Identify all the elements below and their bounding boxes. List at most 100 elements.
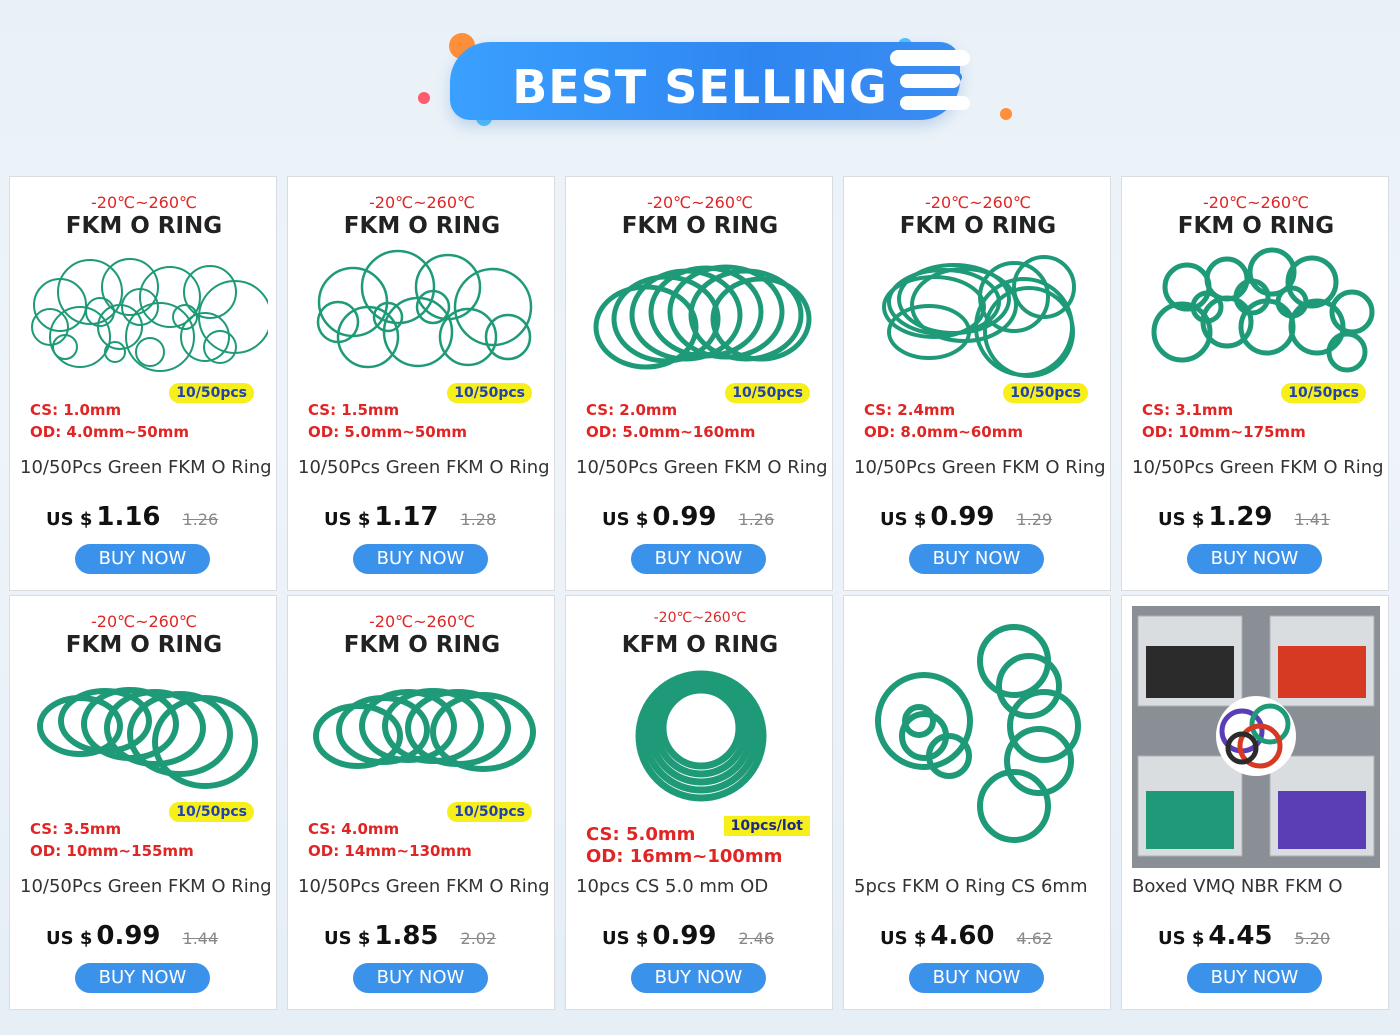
product-card[interactable]: -20℃~260℃ FKM O RING CS: 3.1mm OD: 10mm~… bbox=[1121, 176, 1389, 591]
original-price: 1.41 bbox=[1294, 510, 1331, 529]
sale-price: 4.60 bbox=[930, 921, 995, 951]
sale-price: 1.85 bbox=[374, 921, 439, 951]
currency: US $ bbox=[880, 928, 927, 949]
product-title[interactable]: 10/50Pcs Green FKM O Ring bbox=[576, 457, 826, 478]
original-price: 1.26 bbox=[182, 510, 219, 529]
outer-diameter-spec: OD: 10mm~175mm bbox=[1142, 423, 1306, 441]
decor-dot bbox=[418, 92, 430, 104]
product-title[interactable]: 10/50Pcs Green FKM O Ring bbox=[20, 457, 270, 478]
sale-price: 0.99 bbox=[96, 921, 161, 951]
decor-dot bbox=[1000, 108, 1012, 120]
outer-diameter-spec: OD: 16mm~100mm bbox=[586, 846, 783, 867]
product-image[interactable]: -20℃~260℃ FKM O RING CS: 2.4mm OD: 8.0mm… bbox=[854, 187, 1102, 449]
product-card[interactable]: -20℃~260℃ FKM O RING CS: 3.5mm OD: 10mm~… bbox=[9, 595, 277, 1010]
buy-now-button[interactable]: BUY NOW bbox=[353, 544, 488, 574]
price-row: US $4.45 5.20 bbox=[1158, 921, 1330, 957]
sale-price: 1.29 bbox=[1208, 502, 1273, 532]
product-card[interactable]: -20℃~260℃ FKM O RING CS: 1.0mm OD: 4.0mm… bbox=[9, 176, 277, 591]
product-image[interactable] bbox=[854, 606, 1102, 868]
currency: US $ bbox=[324, 928, 371, 949]
product-card[interactable]: -20℃~260℃ FKM O RING CS: 4.0mm OD: 14mm~… bbox=[287, 595, 555, 1010]
product-card[interactable]: -20℃~260℃ FKM O RING CS: 1.5mm OD: 5.0mm… bbox=[287, 176, 555, 591]
currency: US $ bbox=[46, 928, 93, 949]
pack-size-badge: 10/50pcs bbox=[447, 802, 532, 822]
pack-size-badge: 10/50pcs bbox=[1003, 383, 1088, 403]
buy-now-button[interactable]: BUY NOW bbox=[75, 963, 210, 993]
buy-now-button[interactable]: BUY NOW bbox=[75, 544, 210, 574]
cross-section-spec: CS: 2.0mm bbox=[586, 401, 678, 419]
sale-price: 0.99 bbox=[930, 502, 995, 532]
outer-diameter-spec: OD: 5.0mm~50mm bbox=[308, 423, 467, 441]
pack-size-badge: 10pcs/lot bbox=[723, 816, 810, 836]
outer-diameter-spec: OD: 8.0mm~60mm bbox=[864, 423, 1023, 441]
price-row: US $0.99 1.44 bbox=[46, 921, 218, 957]
product-title[interactable]: 10/50Pcs Green FKM O Ring bbox=[298, 457, 548, 478]
product-image[interactable]: -20℃~260℃ FKM O RING CS: 3.5mm OD: 10mm~… bbox=[20, 606, 268, 868]
outer-diameter-spec: OD: 5.0mm~160mm bbox=[586, 423, 756, 441]
product-card[interactable]: 5pcs FKM O Ring CS 6mm US $4.60 4.62 BUY … bbox=[843, 595, 1111, 1010]
product-title[interactable]: 5pcs FKM O Ring CS 6mm bbox=[854, 876, 1104, 897]
pack-size-badge: 10/50pcs bbox=[169, 383, 254, 403]
product-card[interactable]: -20℃~260℃ FKM O RING CS: 2.4mm OD: 8.0mm… bbox=[843, 176, 1111, 591]
pack-size-badge: 10/50pcs bbox=[1281, 383, 1366, 403]
o-rings-illustration bbox=[875, 624, 1081, 843]
product-image[interactable] bbox=[1132, 606, 1380, 868]
outer-diameter-spec: OD: 14mm~130mm bbox=[308, 842, 472, 860]
buy-now-button[interactable]: BUY NOW bbox=[909, 544, 1044, 574]
product-title[interactable]: Boxed VMQ NBR FKM O bbox=[1132, 876, 1382, 897]
original-price: 1.28 bbox=[460, 510, 497, 529]
best-selling-banner: BEST SELLING bbox=[0, 0, 1400, 170]
product-title[interactable]: 10/50Pcs Green FKM O Ring bbox=[298, 876, 548, 897]
price-row: US $0.99 1.29 bbox=[880, 502, 1052, 538]
buy-now-button[interactable]: BUY NOW bbox=[1187, 963, 1322, 993]
currency: US $ bbox=[324, 509, 371, 530]
product-card[interactable]: -20℃~260℃ FKM O RING CS: 2.0mm OD: 5.0mm… bbox=[565, 176, 833, 591]
sale-price: 0.99 bbox=[652, 502, 717, 532]
cross-section-spec: CS: 5.0mm bbox=[586, 824, 696, 845]
product-title[interactable]: 10/50Pcs Green FKM O Ring bbox=[854, 457, 1104, 478]
cross-section-spec: CS: 3.1mm bbox=[1142, 401, 1234, 419]
original-price: 1.26 bbox=[738, 510, 775, 529]
product-image[interactable]: -20℃~260℃ FKM O RING CS: 1.5mm OD: 5.0mm… bbox=[298, 187, 546, 449]
sale-price: 1.16 bbox=[96, 502, 161, 532]
cross-section-spec: CS: 2.4mm bbox=[864, 401, 956, 419]
product-card[interactable]: -20℃~260℃ KFM O RING CS: 5.0mm OD: 16mm~… bbox=[565, 595, 833, 1010]
cross-section-spec: CS: 3.5mm bbox=[30, 820, 122, 838]
product-image[interactable]: -20℃~260℃ FKM O RING CS: 3.1mm OD: 10mm~… bbox=[1132, 187, 1380, 449]
cross-section-spec: CS: 1.0mm bbox=[30, 401, 122, 419]
buy-now-button[interactable]: BUY NOW bbox=[1187, 544, 1322, 574]
currency: US $ bbox=[880, 509, 927, 530]
product-image[interactable]: -20℃~260℃ FKM O RING CS: 4.0mm OD: 14mm~… bbox=[298, 606, 546, 868]
sale-price: 0.99 bbox=[652, 921, 717, 951]
price-row: US $4.60 4.62 bbox=[880, 921, 1052, 957]
product-image[interactable]: -20℃~260℃ KFM O RING CS: 5.0mm OD: 16mm~… bbox=[576, 606, 824, 868]
price-row: US $1.85 2.02 bbox=[324, 921, 496, 957]
price-row: US $1.16 1.26 bbox=[46, 502, 218, 538]
currency: US $ bbox=[602, 928, 649, 949]
product-title[interactable]: 10pcs CS 5.0 mm OD bbox=[576, 876, 826, 897]
buy-now-button[interactable]: BUY NOW bbox=[631, 963, 766, 993]
product-title[interactable]: 10/50Pcs Green FKM O Ring bbox=[1132, 457, 1382, 478]
price-row: US $0.99 2.46 bbox=[602, 921, 774, 957]
banner-title: BEST SELLING bbox=[512, 60, 888, 114]
pack-size-badge: 10/50pcs bbox=[447, 383, 532, 403]
buy-now-button[interactable]: BUY NOW bbox=[631, 544, 766, 574]
cross-section-spec: CS: 1.5mm bbox=[308, 401, 400, 419]
original-price: 1.44 bbox=[182, 929, 219, 948]
buy-now-button[interactable]: BUY NOW bbox=[909, 963, 1044, 993]
boxed-o-ring-kit-photo bbox=[1132, 606, 1380, 868]
currency: US $ bbox=[1158, 928, 1205, 949]
original-price: 5.20 bbox=[1294, 929, 1331, 948]
outer-diameter-spec: OD: 4.0mm~50mm bbox=[30, 423, 189, 441]
price-row: US $1.17 1.28 bbox=[324, 502, 496, 538]
cross-section-spec: CS: 4.0mm bbox=[308, 820, 400, 838]
buy-now-button[interactable]: BUY NOW bbox=[353, 963, 488, 993]
product-image[interactable]: -20℃~260℃ FKM O RING CS: 1.0mm OD: 4.0mm… bbox=[20, 187, 268, 449]
original-price: 1.29 bbox=[1016, 510, 1053, 529]
sale-price: 1.17 bbox=[374, 502, 439, 532]
original-price: 4.62 bbox=[1016, 929, 1053, 948]
pack-size-badge: 10/50pcs bbox=[725, 383, 810, 403]
product-title[interactable]: 10/50Pcs Green FKM O Ring bbox=[20, 876, 270, 897]
product-card[interactable]: Boxed VMQ NBR FKM O US $4.45 5.20 BUY NOW bbox=[1121, 595, 1389, 1010]
product-image[interactable]: -20℃~260℃ FKM O RING CS: 2.0mm OD: 5.0mm… bbox=[576, 187, 824, 449]
